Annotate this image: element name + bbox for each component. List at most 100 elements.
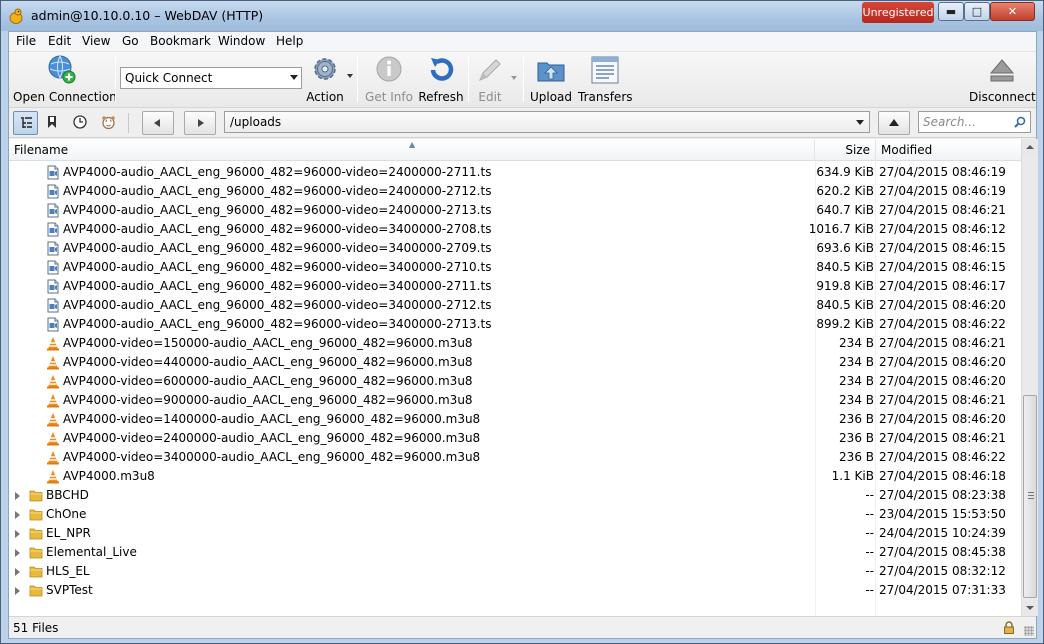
maximize-button[interactable]: □ xyxy=(964,2,990,21)
filename-cell: AVP4000-video=900000-audio_AACL_eng_9600… xyxy=(63,393,473,407)
scroll-thumb[interactable] xyxy=(1023,395,1037,598)
file-row[interactable]: AVP4000-audio_AACL_eng_96000_482=96000-v… xyxy=(9,163,1021,182)
toolbar-separator xyxy=(523,56,524,102)
expand-arrow-icon[interactable] xyxy=(15,549,20,557)
file-row[interactable]: AVP4000-audio_AACL_eng_96000_482=96000-v… xyxy=(9,277,1021,296)
open-connection-button[interactable]: Open Connection xyxy=(13,54,117,104)
modified-cell: 27/04/2015 08:46:17 xyxy=(879,279,1006,293)
tree-view-icon xyxy=(21,117,32,128)
folder-row[interactable]: EL_NPR -- 24/04/2015 10:24:39 xyxy=(9,524,1021,543)
filename-cell: AVP4000-video=3400000-audio_AACL_eng_960… xyxy=(63,450,481,464)
folder-row[interactable]: HLS_EL -- 27/04/2015 08:32:12 xyxy=(9,562,1021,581)
upload-button[interactable]: Upload xyxy=(528,54,574,104)
filename-cell: AVP4000-audio_AACL_eng_96000_482=96000-v… xyxy=(63,222,492,236)
file-row[interactable]: AVP4000-video=600000-audio_AACL_eng_9600… xyxy=(9,372,1021,391)
file-row[interactable]: AVP4000-audio_AACL_eng_96000_482=96000-v… xyxy=(9,201,1021,220)
file-row[interactable]: AVP4000-video=900000-audio_AACL_eng_9600… xyxy=(9,391,1021,410)
filename-cell: EL_NPR xyxy=(46,526,91,540)
file-row[interactable]: AVP4000-video=3400000-audio_AACL_eng_960… xyxy=(9,448,1021,467)
bookmarks-button[interactable] xyxy=(40,111,65,135)
scroll-down-button[interactable] xyxy=(1022,600,1038,616)
scroll-up-button[interactable] xyxy=(1022,139,1038,155)
history-button[interactable] xyxy=(68,111,93,135)
vlc-cone-icon xyxy=(47,451,59,465)
size-cell: 234 B xyxy=(839,355,874,369)
menu-file[interactable]: File xyxy=(16,34,36,48)
expand-arrow-icon[interactable] xyxy=(15,530,20,538)
get-info-button[interactable]: Get Info xyxy=(365,54,413,104)
media-file-icon xyxy=(47,241,59,256)
expand-arrow-icon[interactable] xyxy=(15,587,20,595)
transfers-button[interactable]: Transfers xyxy=(578,54,633,104)
file-row[interactable]: AVP4000-video=1400000-audio_AACL_eng_960… xyxy=(9,410,1021,429)
folder-row[interactable]: BBCHD -- 27/04/2015 08:23:38 xyxy=(9,486,1021,505)
resize-grip-icon[interactable] xyxy=(1024,626,1034,636)
modified-cell: 27/04/2015 08:46:20 xyxy=(879,412,1006,426)
expand-arrow-icon[interactable] xyxy=(15,492,20,500)
expand-arrow-icon[interactable] xyxy=(15,511,20,519)
status-text: 51 Files xyxy=(13,621,59,635)
back-button[interactable] xyxy=(142,111,174,135)
media-file-icon xyxy=(47,165,59,180)
search-input[interactable]: Search... xyxy=(918,111,1031,133)
column-size[interactable]: Size xyxy=(815,139,876,161)
menu-help[interactable]: Help xyxy=(276,34,303,48)
parent-directory-button[interactable] xyxy=(878,111,910,135)
action-button[interactable]: Action xyxy=(305,54,345,104)
action-dropdown-icon[interactable] xyxy=(347,74,353,78)
forward-button[interactable] xyxy=(184,111,216,135)
file-row[interactable]: AVP4000-audio_AACL_eng_96000_482=96000-v… xyxy=(9,182,1021,201)
chevron-down-icon xyxy=(290,75,298,80)
file-list: AVP4000-audio_AACL_eng_96000_482=96000-v… xyxy=(9,163,1021,600)
size-cell: -- xyxy=(865,583,874,597)
refresh-button[interactable]: Refresh xyxy=(418,54,464,104)
file-row[interactable]: AVP4000.m3u8 1.1 KiB 27/04/2015 08:46:18 xyxy=(9,467,1021,486)
folder-row[interactable]: Elemental_Live -- 27/04/2015 08:45:38 xyxy=(9,543,1021,562)
vertical-scrollbar[interactable] xyxy=(1021,139,1038,616)
file-row[interactable]: AVP4000-audio_AACL_eng_96000_482=96000-v… xyxy=(9,220,1021,239)
menu-view[interactable]: View xyxy=(82,34,110,48)
sort-ascending-icon: ▲ xyxy=(409,140,416,149)
edit-label: Edit xyxy=(478,90,502,104)
close-button[interactable]: ✕ xyxy=(990,2,1035,21)
edit-button[interactable]: Edit xyxy=(473,54,507,104)
size-cell: 840.5 KiB xyxy=(816,260,874,274)
file-row[interactable]: AVP4000-audio_AACL_eng_96000_482=96000-v… xyxy=(9,258,1021,277)
file-row[interactable]: AVP4000-audio_AACL_eng_96000_482=96000-v… xyxy=(9,315,1021,334)
menu-go[interactable]: Go xyxy=(122,34,139,48)
file-row[interactable]: AVP4000-video=150000-audio_AACL_eng_9600… xyxy=(9,334,1021,353)
disconnect-button[interactable]: Disconnect xyxy=(969,54,1036,104)
edit-dropdown-icon[interactable] xyxy=(511,76,517,80)
modified-cell: 27/04/2015 08:46:15 xyxy=(879,241,1006,255)
folder-row[interactable]: ChOne -- 23/04/2015 15:53:50 xyxy=(9,505,1021,524)
navigation-bar: /uploads Search... xyxy=(9,108,1036,138)
size-cell: 840.5 KiB xyxy=(816,298,874,312)
folder-row[interactable]: SVPTest -- 27/04/2015 07:31:33 xyxy=(9,581,1021,600)
unregistered-badge[interactable]: Unregistered xyxy=(862,2,934,23)
toolbar-separator xyxy=(468,56,469,102)
refresh-label: Refresh xyxy=(418,90,464,104)
nav-separator xyxy=(128,113,129,133)
title-bar[interactable]: admin@10.10.0.10 – WebDAV (HTTP) Unregis… xyxy=(1,1,1043,31)
menu-edit[interactable]: Edit xyxy=(48,34,71,48)
globe-add-icon xyxy=(48,55,76,84)
modified-cell: 27/04/2015 08:46:12 xyxy=(879,222,1006,236)
file-row[interactable]: AVP4000-video=2400000-audio_AACL_eng_960… xyxy=(9,429,1021,448)
file-browser-table: Filename ▲ Size Modified AVP4000-audio_A… xyxy=(9,139,1021,616)
filename-cell: AVP4000-video=1400000-audio_AACL_eng_960… xyxy=(63,412,481,426)
modified-cell: 27/04/2015 08:46:19 xyxy=(879,165,1006,179)
minimize-button[interactable]: ▬ xyxy=(938,2,964,21)
maximize-icon: □ xyxy=(971,5,983,18)
menu-window[interactable]: Window xyxy=(218,34,265,48)
file-row[interactable]: AVP4000-audio_AACL_eng_96000_482=96000-v… xyxy=(9,239,1021,258)
browser-view-button[interactable] xyxy=(13,111,38,135)
menu-bookmark[interactable]: Bookmark xyxy=(150,34,211,48)
file-row[interactable]: AVP4000-audio_AACL_eng_96000_482=96000-v… xyxy=(9,296,1021,315)
path-select[interactable]: /uploads xyxy=(224,111,870,133)
quick-connect-select[interactable]: Quick Connect xyxy=(120,67,302,89)
file-row[interactable]: AVP4000-video=440000-audio_AACL_eng_9600… xyxy=(9,353,1021,372)
column-modified[interactable]: Modified xyxy=(876,139,1021,161)
media-file-icon xyxy=(47,317,59,332)
bonjour-button[interactable] xyxy=(96,111,121,135)
expand-arrow-icon[interactable] xyxy=(15,568,20,576)
